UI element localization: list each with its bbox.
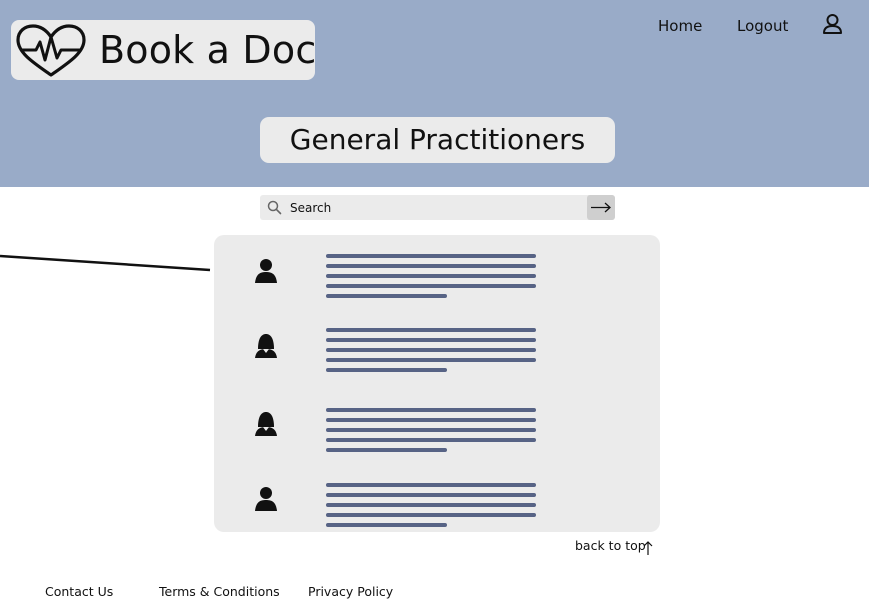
- back-to-top-link[interactable]: back to top: [575, 538, 646, 553]
- doctor-list-item[interactable]: [214, 407, 660, 459]
- arrow-right-icon: [591, 202, 611, 213]
- search-bar: [260, 195, 615, 220]
- male-doctor-icon: [255, 259, 277, 283]
- doctor-details-placeholder: [326, 254, 538, 298]
- search-submit-button[interactable]: [587, 195, 615, 220]
- brand-name: Book a Doc: [99, 28, 317, 72]
- arrow-up-icon[interactable]: [642, 540, 654, 556]
- doctor-list-item[interactable]: [214, 327, 660, 379]
- doctor-results-list: [214, 235, 660, 532]
- footer-contact-link[interactable]: Contact Us: [45, 584, 113, 599]
- search-icon: [267, 200, 282, 215]
- male-doctor-icon: [255, 487, 277, 511]
- nav-logout-link[interactable]: Logout: [737, 17, 788, 35]
- doctor-details-placeholder: [326, 408, 538, 452]
- brand-logo[interactable]: Book a Doc: [11, 20, 317, 80]
- female-doctor-icon: [255, 334, 277, 358]
- nav-home-link[interactable]: Home: [658, 17, 702, 35]
- doctor-details-placeholder: [326, 483, 538, 527]
- doctor-list-item[interactable]: [214, 482, 660, 534]
- user-icon[interactable]: [822, 13, 843, 35]
- female-doctor-icon: [255, 412, 277, 436]
- heart-pulse-icon: [16, 24, 86, 77]
- footer-terms-link[interactable]: Terms & Conditions: [159, 584, 280, 599]
- doctor-details-placeholder: [326, 328, 538, 372]
- site-header: Book a Doc Home Logout General Practitio…: [0, 0, 869, 187]
- doctor-list-item[interactable]: [214, 253, 660, 305]
- search-input[interactable]: [290, 195, 580, 220]
- footer-privacy-link[interactable]: Privacy Policy: [308, 584, 393, 599]
- page-title: General Practitioners: [260, 117, 615, 163]
